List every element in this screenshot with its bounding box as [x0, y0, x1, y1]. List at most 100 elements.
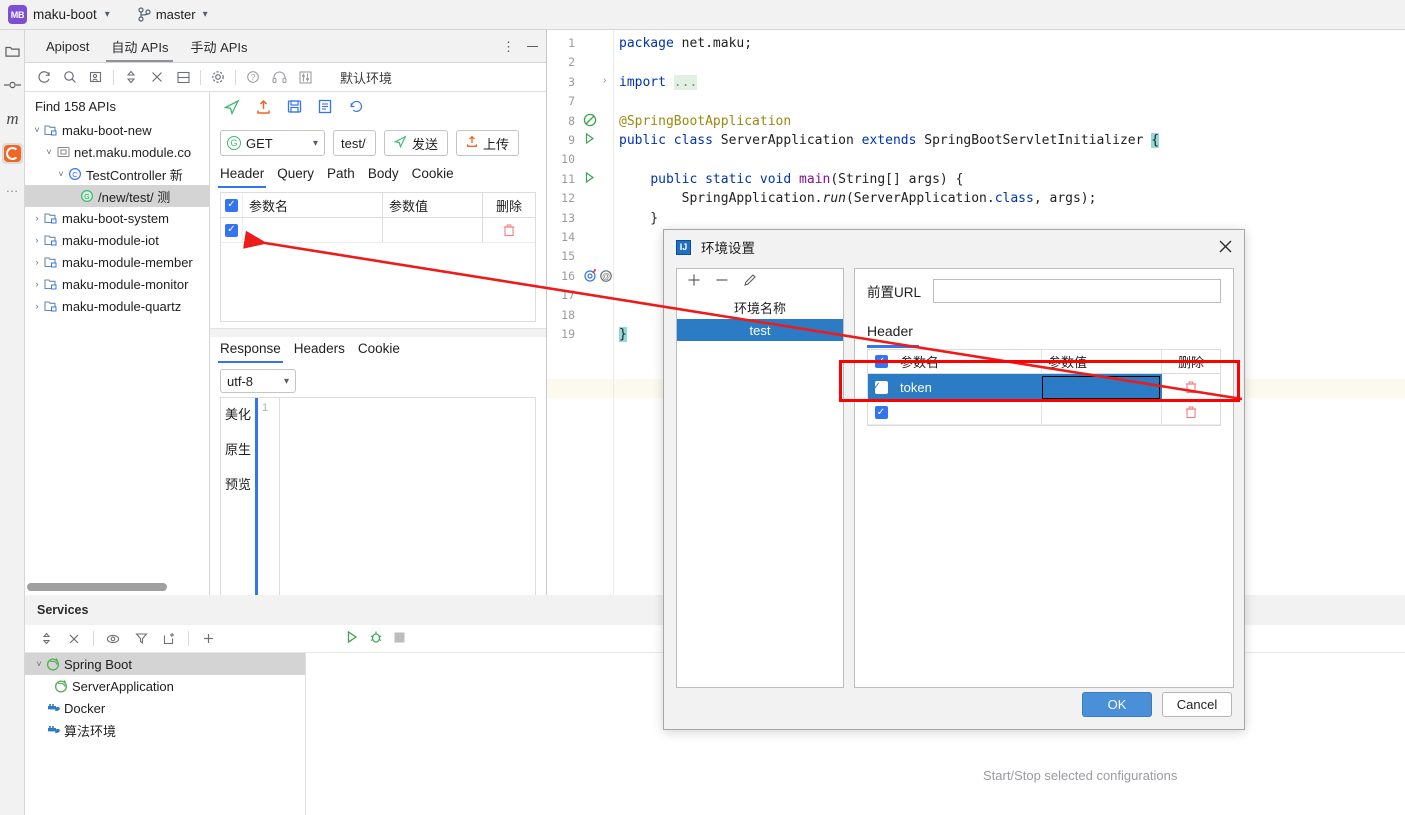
environment-list-item-test[interactable]: test — [677, 319, 843, 341]
options-icon[interactable]: ⋮ — [502, 39, 515, 55]
chevron-down-icon[interactable]: ˅ — [33, 659, 45, 669]
tree-item-maku-module-iot[interactable]: › maku-module-iot — [25, 229, 209, 251]
tab-response[interactable]: Response — [218, 341, 283, 363]
expand-all-icon[interactable] — [33, 626, 59, 652]
param-value-cell[interactable] — [1042, 401, 1162, 424]
service-item-algorithm-env[interactable]: 算法环境 — [25, 719, 305, 741]
run-icon[interactable] — [345, 630, 359, 647]
expand-collapse-icon[interactable] — [118, 64, 144, 90]
chevron-right-icon[interactable]: › — [31, 301, 43, 311]
show-icon[interactable] — [100, 626, 126, 652]
run-icon[interactable] — [583, 171, 599, 187]
delete-row-button[interactable] — [1162, 401, 1220, 424]
tree-item-maku-module-quartz[interactable]: › maku-module-quartz — [25, 295, 209, 317]
project-name[interactable]: maku-boot — [33, 7, 97, 22]
http-method-select[interactable]: G GET ▾ — [220, 130, 325, 156]
ok-button[interactable]: OK — [1082, 692, 1152, 717]
split-icon[interactable] — [170, 64, 196, 90]
editor-code-line[interactable]: } — [619, 327, 627, 342]
search-icon[interactable] — [57, 64, 83, 90]
request-url-input[interactable]: test/ — [333, 130, 376, 156]
filter-icon[interactable] — [128, 626, 154, 652]
row-checkbox[interactable]: ✓ — [868, 374, 894, 400]
encoding-select[interactable]: utf-8 ▾ — [220, 369, 296, 393]
table-row-token[interactable]: ✓ token — [868, 374, 1220, 401]
help-icon[interactable]: ? — [240, 64, 266, 90]
more-tool-windows-icon[interactable]: … — [0, 170, 25, 204]
table-row-empty[interactable] — [868, 401, 1220, 425]
chevron-down-icon[interactable]: ▾ — [105, 9, 110, 20]
response-mode-preview[interactable]: 预览 — [225, 474, 251, 493]
tab-path[interactable]: Path — [327, 166, 355, 186]
response-mode-raw[interactable]: 原生 — [225, 439, 251, 458]
param-name-cell[interactable]: token — [894, 374, 1042, 400]
branch-selector[interactable]: master ▾ — [138, 7, 208, 22]
minimize-icon[interactable] — [527, 45, 538, 48]
tab-response-headers[interactable]: Headers — [294, 341, 345, 361]
tree-item-new-test-endpoint[interactable]: G /new/test/ 测 — [25, 185, 209, 207]
debug-icon[interactable] — [369, 630, 383, 647]
code-fold-icon[interactable]: › — [603, 75, 606, 86]
response-content[interactable] — [279, 398, 535, 595]
support-icon[interactable] — [266, 64, 292, 90]
service-item-serverapplication[interactable]: ServerApplication — [25, 675, 305, 697]
param-value-cell[interactable] — [1042, 375, 1160, 399]
chevron-right-icon[interactable]: › — [31, 213, 43, 223]
editor-code-line[interactable]: public class ServerApplication extends S… — [619, 133, 1160, 148]
param-name-cell[interactable] — [894, 401, 1042, 424]
chevron-right-icon[interactable]: › — [31, 279, 43, 289]
service-item-docker[interactable]: Docker — [25, 697, 305, 719]
sidebar-item-commit[interactable] — [0, 68, 25, 102]
send-icon[interactable] — [223, 99, 240, 118]
sidebar-item-maven[interactable]: m — [0, 102, 25, 136]
prefix-url-input[interactable] — [933, 279, 1221, 303]
select-all-checkbox[interactable] — [221, 193, 243, 217]
editor-code-line[interactable]: public static void main(String[] args) { — [619, 172, 963, 187]
sidebar-item-project[interactable] — [0, 34, 25, 68]
tree-item-testcontroller[interactable]: ˅ C TestController 新 — [25, 163, 209, 185]
refresh-icon[interactable] — [31, 64, 57, 90]
response-mode-pretty[interactable]: 美化 — [225, 404, 251, 423]
new-tab-icon[interactable] — [156, 626, 182, 652]
add-icon[interactable] — [195, 626, 221, 652]
branch-name[interactable]: master — [156, 7, 196, 22]
tab-header[interactable]: Header — [217, 166, 267, 188]
send-button[interactable]: 发送 — [384, 130, 449, 156]
collapse-all-icon[interactable] — [61, 626, 87, 652]
tab-manual-apis[interactable]: 手动 APIs — [179, 30, 258, 62]
close-icon[interactable] — [1218, 239, 1234, 255]
tree-horizontal-scrollbar[interactable] — [27, 583, 167, 591]
tree-item-package[interactable]: ˅ net.maku.module.co — [25, 141, 209, 163]
tree-item-maku-module-member[interactable]: › maku-module-member — [25, 251, 209, 273]
table-row[interactable] — [221, 218, 535, 243]
tab-response-cookie[interactable]: Cookie — [358, 341, 400, 361]
panel-divider[interactable] — [210, 328, 546, 337]
upload-button[interactable]: 上传 — [456, 130, 520, 156]
chevron-down-icon[interactable]: ▾ — [203, 9, 208, 20]
close-icon[interactable] — [144, 64, 170, 90]
editor-code-line[interactable]: @SpringBootApplication — [619, 114, 791, 129]
settings-icon[interactable] — [205, 64, 231, 90]
tab-auto-apis[interactable]: 自动 APIs — [100, 30, 179, 62]
row-checkbox[interactable] — [221, 218, 243, 242]
row-checkbox[interactable] — [868, 401, 894, 424]
editor-code-line[interactable]: package net.maku; — [619, 36, 752, 51]
chevron-down-icon[interactable]: ˅ — [31, 125, 43, 135]
delete-row-button[interactable] — [1162, 374, 1220, 400]
save-icon[interactable] — [287, 99, 302, 117]
param-name-cell[interactable] — [243, 218, 383, 242]
run-icon[interactable] — [583, 132, 599, 148]
param-value-cell[interactable] — [383, 218, 483, 242]
select-all-checkbox[interactable] — [868, 350, 894, 373]
service-item-spring-boot[interactable]: ˅ Spring Boot — [25, 653, 305, 675]
sliders-icon[interactable] — [292, 64, 318, 90]
editor-code-line[interactable]: import ... — [619, 74, 698, 90]
editor-code-line[interactable]: } — [619, 211, 658, 226]
export-icon[interactable] — [83, 64, 109, 90]
tree-item-maku-module-monitor[interactable]: › maku-module-monitor — [25, 273, 209, 295]
chevron-down-icon[interactable]: ˅ — [43, 147, 55, 157]
tree-item-maku-boot-new[interactable]: ˅ maku-boot-new — [25, 119, 209, 141]
history-icon[interactable] — [349, 99, 364, 117]
bean-icon[interactable]: @ — [583, 268, 612, 284]
tab-query[interactable]: Query — [277, 166, 314, 186]
